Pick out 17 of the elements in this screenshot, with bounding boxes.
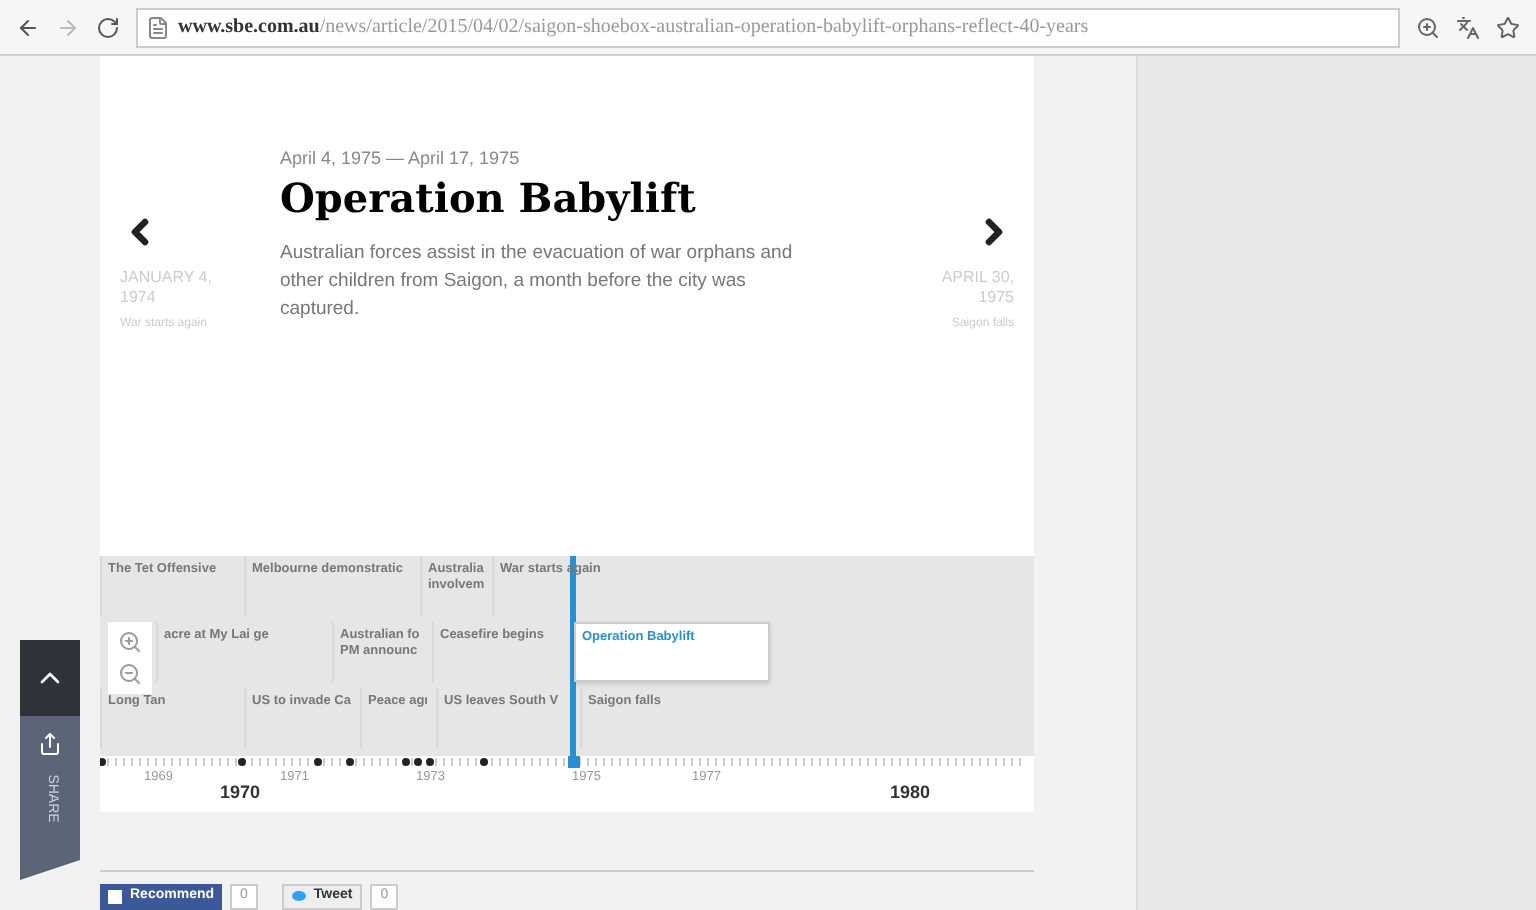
- sidebar-tab-tail: [20, 860, 80, 880]
- address-field[interactable]: www.sbe.com.au/news/article/2015/04/02/saigon-shoebox-australian-operation-babylift-orphans-reflect-40-years: [136, 7, 1400, 47]
- bookmark-star-icon[interactable]: [1496, 15, 1520, 39]
- zoom-out-icon[interactable]: [118, 662, 142, 686]
- page-icon: [146, 15, 170, 39]
- back-icon[interactable]: [16, 15, 40, 39]
- zoom-in-icon[interactable]: [118, 630, 142, 654]
- slide-description: Australian forces assist in the evacuation of war orphans and other children from Saigon, a month before the city was captured.: [280, 239, 795, 323]
- zoom-icon[interactable]: [1416, 15, 1440, 39]
- share-icon: [38, 732, 62, 756]
- slide-title: Operation Babylift: [280, 173, 698, 223]
- reload-icon[interactable]: [96, 15, 120, 39]
- slide-dates: April 4, 1975 — April 17, 1975: [280, 146, 522, 172]
- translate-icon[interactable]: [1456, 15, 1480, 39]
- url-text: www.sbe.com.au/news/article/2015/04/02/saigon-shoebox-australian-operation-babylift-orphans-reflect-40-years: [178, 14, 1089, 42]
- year-label: 1980: [890, 780, 931, 806]
- year-label: 1970: [220, 780, 261, 806]
